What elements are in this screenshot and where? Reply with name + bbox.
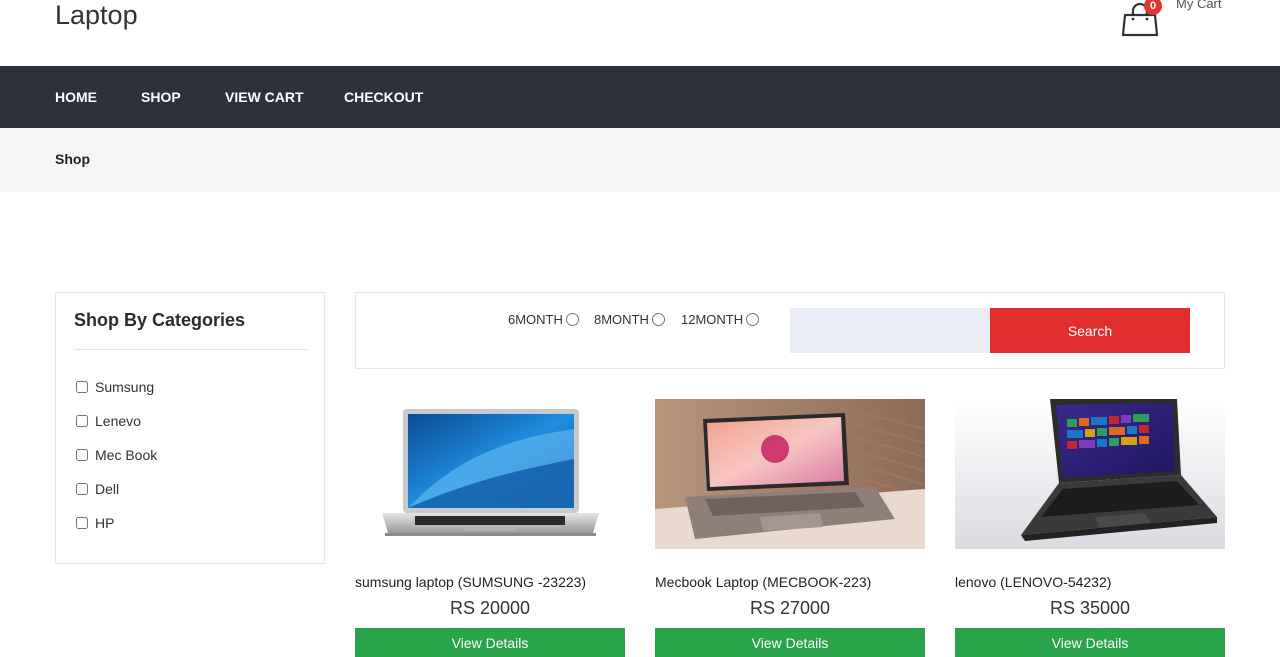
laptop-image — [655, 399, 925, 549]
nav-view-cart[interactable]: VIEW CART — [225, 66, 304, 128]
product-image[interactable] — [655, 399, 925, 549]
filter-6month[interactable]: 6MONTH — [508, 310, 579, 328]
laptop-image — [955, 399, 1225, 549]
category-label: Lenevo — [95, 413, 141, 429]
product-price: RS 35000 — [1049, 598, 1131, 618]
product-card: Mecbook Laptop (MECBOOK-223) RS 27000 Vi… — [655, 399, 925, 657]
category-label: HP — [95, 515, 115, 531]
breadcrumb: Shop — [55, 151, 90, 167]
category-checkbox[interactable] — [76, 415, 88, 427]
nav-checkout[interactable]: CHECKOUT — [344, 66, 423, 128]
category-dell[interactable]: Dell — [76, 480, 119, 498]
sidebar-title: Shop By Categories — [74, 310, 246, 330]
category-label: Dell — [95, 481, 120, 497]
filter-radio[interactable] — [746, 312, 760, 326]
category-lenevo[interactable]: Lenevo — [76, 412, 141, 430]
product-price: RS 27000 — [749, 598, 831, 618]
product-price: RS 20000 — [449, 598, 531, 618]
filter-12month[interactable]: 12MONTH — [681, 310, 760, 328]
category-hp[interactable]: HP — [76, 514, 114, 532]
filter-label: 8MONTH — [594, 311, 649, 327]
sidebar-divider — [74, 349, 307, 350]
main-nav: HOME SHOP VIEW CART CHECKOUT — [0, 66, 1280, 128]
filter-radio[interactable] — [565, 312, 579, 326]
category-checkbox[interactable] — [76, 483, 88, 495]
product-card: lenovo (LENOVO-54232) RS 35000 View Deta… — [955, 399, 1225, 657]
site-header: Laptop 0 My Cart — [0, 0, 1280, 66]
view-details-button[interactable]: View Details — [655, 628, 925, 657]
category-mec-book[interactable]: Mec Book — [76, 446, 157, 464]
category-checkbox[interactable] — [76, 517, 88, 529]
view-details-button[interactable]: View Details — [955, 628, 1225, 657]
category-checkbox[interactable] — [76, 449, 88, 461]
search-input[interactable] — [790, 308, 990, 353]
search-button[interactable]: Search — [990, 308, 1190, 353]
product-name[interactable]: sumsung laptop (SUMSUNG -23223) — [355, 574, 586, 590]
category-label: Sumsung — [95, 379, 155, 395]
filter-radio[interactable] — [651, 312, 665, 326]
filter-8month[interactable]: 8MONTH — [594, 310, 665, 328]
my-cart-label[interactable]: My Cart — [1176, 0, 1222, 11]
my-cart-button[interactable]: 0 My Cart — [1120, 0, 1230, 40]
site-title[interactable]: Laptop — [55, 0, 138, 31]
category-checkbox[interactable] — [76, 381, 88, 393]
filter-label: 6MONTH — [508, 311, 563, 327]
category-label: Mec Book — [95, 447, 158, 463]
categories-sidebar: Shop By Categories Sumsung Lenevo Mec Bo… — [55, 292, 325, 564]
product-card: sumsung laptop (SUMSUNG -23223) RS 20000… — [355, 399, 625, 657]
category-sumsung[interactable]: Sumsung — [76, 378, 154, 396]
filter-label: 12MONTH — [681, 311, 744, 327]
product-image[interactable] — [955, 399, 1225, 549]
product-name[interactable]: Mecbook Laptop (MECBOOK-223) — [655, 574, 871, 590]
filter-bar: 6MONTH 8MONTH 12MONTH Search — [355, 292, 1225, 369]
product-image[interactable] — [355, 399, 625, 549]
view-details-button[interactable]: View Details — [355, 628, 625, 657]
breadcrumb-bar: Shop — [0, 128, 1280, 192]
nav-home[interactable]: HOME — [55, 66, 97, 128]
nav-shop[interactable]: SHOP — [141, 66, 181, 128]
laptop-image — [382, 409, 599, 536]
product-name[interactable]: lenovo (LENOVO-54232) — [955, 574, 1111, 590]
